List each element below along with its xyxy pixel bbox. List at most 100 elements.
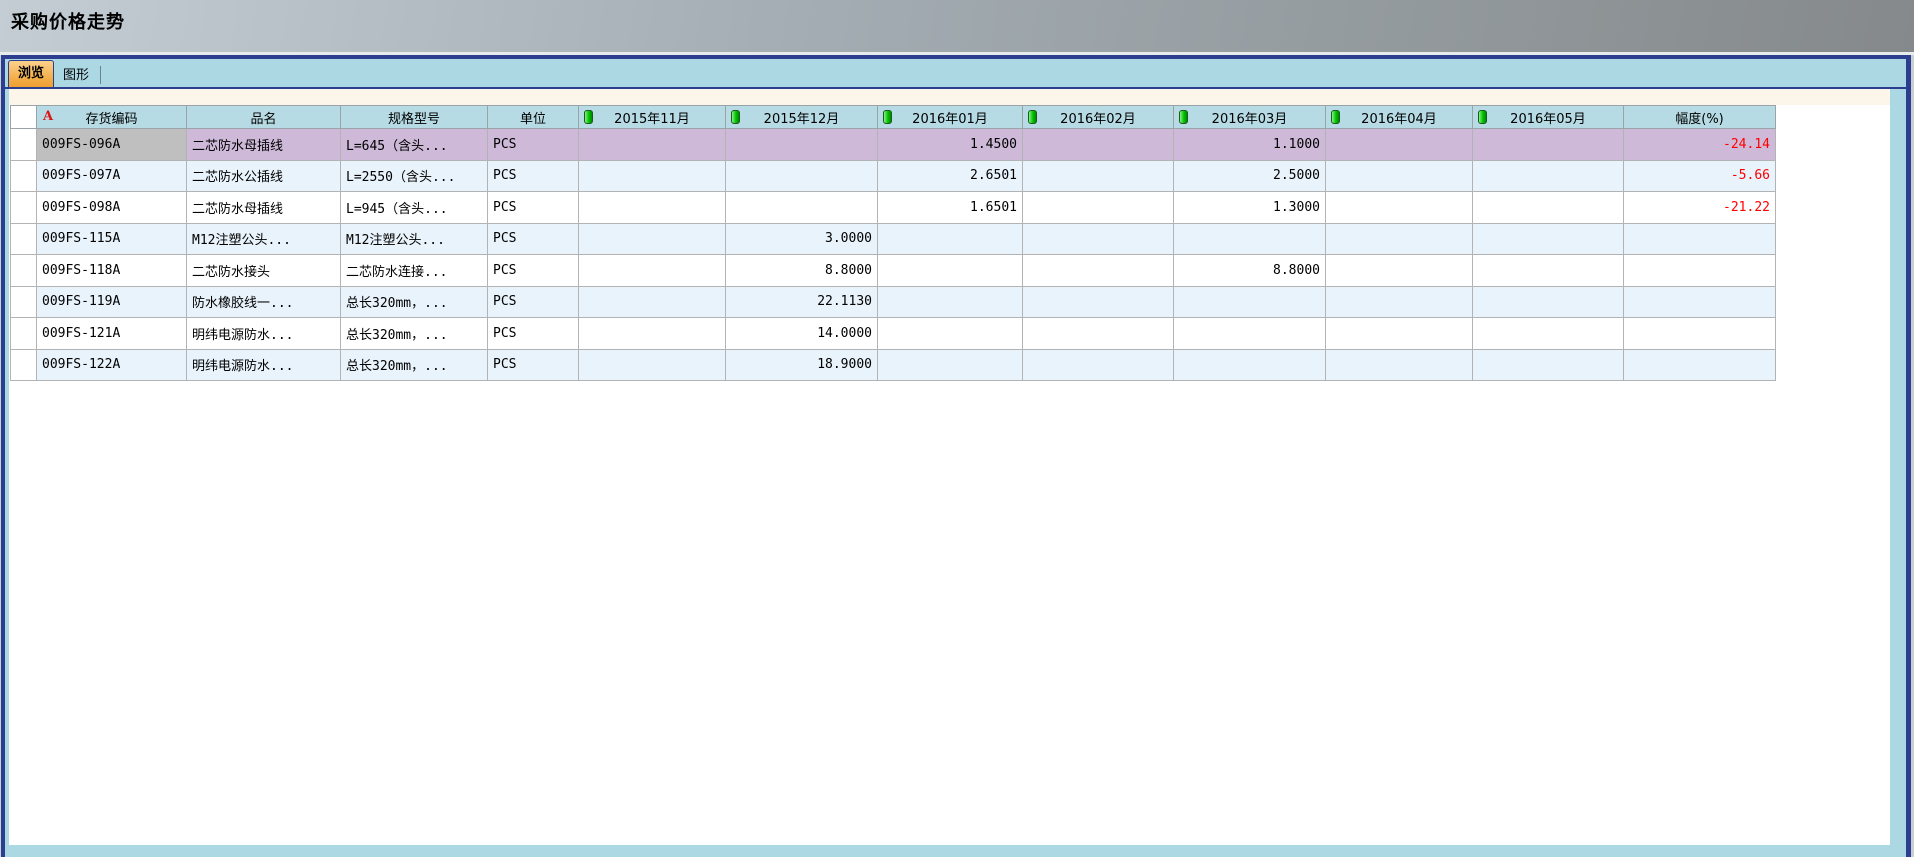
cell-name[interactable]: 二芯防水接头 xyxy=(187,255,341,287)
cell-m2016-02[interactable] xyxy=(1023,160,1174,192)
cell-code[interactable]: 009FS-118A xyxy=(37,255,187,287)
cell-name[interactable]: 明纬电源防水... xyxy=(187,349,341,381)
cell-spec[interactable]: L=945（含头... xyxy=(341,192,488,224)
cell-m2016-01[interactable] xyxy=(878,223,1023,255)
cell-code[interactable]: 009FS-121A xyxy=(37,318,187,350)
column-header-change[interactable]: 幅度(%) xyxy=(1624,106,1776,129)
column-header-spec[interactable]: 规格型号 xyxy=(341,106,488,129)
cell-m2016-03[interactable]: 1.3000 xyxy=(1174,192,1326,224)
cell-unit[interactable]: PCS xyxy=(488,192,579,224)
cell-m2016-02[interactable] xyxy=(1023,318,1174,350)
cell-name[interactable]: 二芯防水母插线 xyxy=(187,192,341,224)
cell-change[interactable] xyxy=(1624,255,1776,287)
column-header-m2015-11[interactable]: 2015年11月 xyxy=(579,106,726,129)
cell-change[interactable] xyxy=(1624,349,1776,381)
cell-m2015-12[interactable]: 22.1130 xyxy=(726,286,878,318)
cell-m2015-12[interactable] xyxy=(726,160,878,192)
column-header-indicator[interactable] xyxy=(11,106,37,129)
column-header-m2016-03[interactable]: 2016年03月 xyxy=(1174,106,1326,129)
cell-spec[interactable]: L=645（含头... xyxy=(341,129,488,161)
cell-unit[interactable]: PCS xyxy=(488,223,579,255)
cell-code[interactable]: 009FS-097A xyxy=(37,160,187,192)
cell-m2016-05[interactable] xyxy=(1473,318,1624,350)
cell-spec[interactable]: 总长320mm，... xyxy=(341,318,488,350)
cell-m2015-12[interactable]: 14.0000 xyxy=(726,318,878,350)
column-header-m2016-02[interactable]: 2016年02月 xyxy=(1023,106,1174,129)
column-header-m2016-04[interactable]: 2016年04月 xyxy=(1326,106,1473,129)
column-header-m2015-12[interactable]: 2015年12月 xyxy=(726,106,878,129)
cell-m2015-11[interactable] xyxy=(579,255,726,287)
cell-change[interactable]: -24.14 xyxy=(1624,129,1776,161)
cell-unit[interactable]: PCS xyxy=(488,318,579,350)
cell-m2016-05[interactable] xyxy=(1473,286,1624,318)
cell-name[interactable]: M12注塑公头... xyxy=(187,223,341,255)
cell-m2015-11[interactable] xyxy=(579,192,726,224)
cell-m2016-04[interactable] xyxy=(1326,129,1473,161)
cell-unit[interactable]: PCS xyxy=(488,160,579,192)
cell-m2015-12[interactable]: 18.9000 xyxy=(726,349,878,381)
tab-browse[interactable]: 浏览 xyxy=(8,60,54,87)
cell-m2016-02[interactable] xyxy=(1023,223,1174,255)
cell-name[interactable]: 防水橡胶线一... xyxy=(187,286,341,318)
cell-m2015-12[interactable] xyxy=(726,192,878,224)
column-header-code[interactable]: A存货编码 xyxy=(37,106,187,129)
cell-m2016-01[interactable]: 1.6501 xyxy=(878,192,1023,224)
cell-m2016-05[interactable] xyxy=(1473,160,1624,192)
cell-m2016-03[interactable]: 2.5000 xyxy=(1174,160,1326,192)
cell-m2016-04[interactable] xyxy=(1326,349,1473,381)
cell-m2015-11[interactable] xyxy=(579,223,726,255)
cell-change[interactable] xyxy=(1624,286,1776,318)
cell-indicator[interactable] xyxy=(11,255,37,287)
cell-m2015-12[interactable]: 8.8000 xyxy=(726,255,878,287)
cell-code[interactable]: 009FS-119A xyxy=(37,286,187,318)
cell-m2016-04[interactable] xyxy=(1326,255,1473,287)
cell-m2016-01[interactable] xyxy=(878,255,1023,287)
cell-unit[interactable]: PCS xyxy=(488,349,579,381)
cell-m2016-03[interactable]: 1.1000 xyxy=(1174,129,1326,161)
cell-unit[interactable]: PCS xyxy=(488,129,579,161)
cell-spec[interactable]: 二芯防水连接... xyxy=(341,255,488,287)
cell-m2016-02[interactable] xyxy=(1023,129,1174,161)
cell-indicator[interactable] xyxy=(11,129,37,161)
cell-spec[interactable]: M12注塑公头... xyxy=(341,223,488,255)
cell-m2015-11[interactable] xyxy=(579,318,726,350)
cell-spec[interactable]: L=2550（含头... xyxy=(341,160,488,192)
cell-m2016-02[interactable] xyxy=(1023,255,1174,287)
cell-name[interactable]: 二芯防水公插线 xyxy=(187,160,341,192)
cell-m2016-04[interactable] xyxy=(1326,223,1473,255)
cell-m2015-11[interactable] xyxy=(579,160,726,192)
cell-code[interactable]: 009FS-122A xyxy=(37,349,187,381)
cell-m2015-11[interactable] xyxy=(579,286,726,318)
tab-graph[interactable]: 图形 xyxy=(54,65,98,87)
cell-m2016-03[interactable] xyxy=(1174,286,1326,318)
cell-m2016-05[interactable] xyxy=(1473,129,1624,161)
cell-m2016-04[interactable] xyxy=(1326,318,1473,350)
cell-change[interactable] xyxy=(1624,318,1776,350)
cell-m2016-05[interactable] xyxy=(1473,255,1624,287)
cell-m2016-04[interactable] xyxy=(1326,192,1473,224)
cell-m2016-05[interactable] xyxy=(1473,223,1624,255)
cell-change[interactable] xyxy=(1624,223,1776,255)
cell-m2016-03[interactable] xyxy=(1174,223,1326,255)
cell-m2016-02[interactable] xyxy=(1023,286,1174,318)
cell-indicator[interactable] xyxy=(11,349,37,381)
cell-code[interactable]: 009FS-098A xyxy=(37,192,187,224)
cell-m2016-01[interactable] xyxy=(878,318,1023,350)
cell-m2016-01[interactable] xyxy=(878,286,1023,318)
cell-code[interactable]: 009FS-115A xyxy=(37,223,187,255)
column-header-unit[interactable]: 单位 xyxy=(488,106,579,129)
cell-indicator[interactable] xyxy=(11,223,37,255)
cell-m2016-05[interactable] xyxy=(1473,349,1624,381)
cell-indicator[interactable] xyxy=(11,286,37,318)
cell-m2015-12[interactable] xyxy=(726,129,878,161)
cell-m2016-02[interactable] xyxy=(1023,349,1174,381)
cell-indicator[interactable] xyxy=(11,318,37,350)
cell-spec[interactable]: 总长320mm，... xyxy=(341,286,488,318)
column-header-m2016-01[interactable]: 2016年01月 xyxy=(878,106,1023,129)
cell-m2016-01[interactable]: 2.6501 xyxy=(878,160,1023,192)
cell-m2016-03[interactable]: 8.8000 xyxy=(1174,255,1326,287)
column-header-m2016-05[interactable]: 2016年05月 xyxy=(1473,106,1624,129)
cell-m2016-03[interactable] xyxy=(1174,349,1326,381)
cell-m2015-11[interactable] xyxy=(579,349,726,381)
cell-code[interactable]: 009FS-096A xyxy=(37,129,187,161)
